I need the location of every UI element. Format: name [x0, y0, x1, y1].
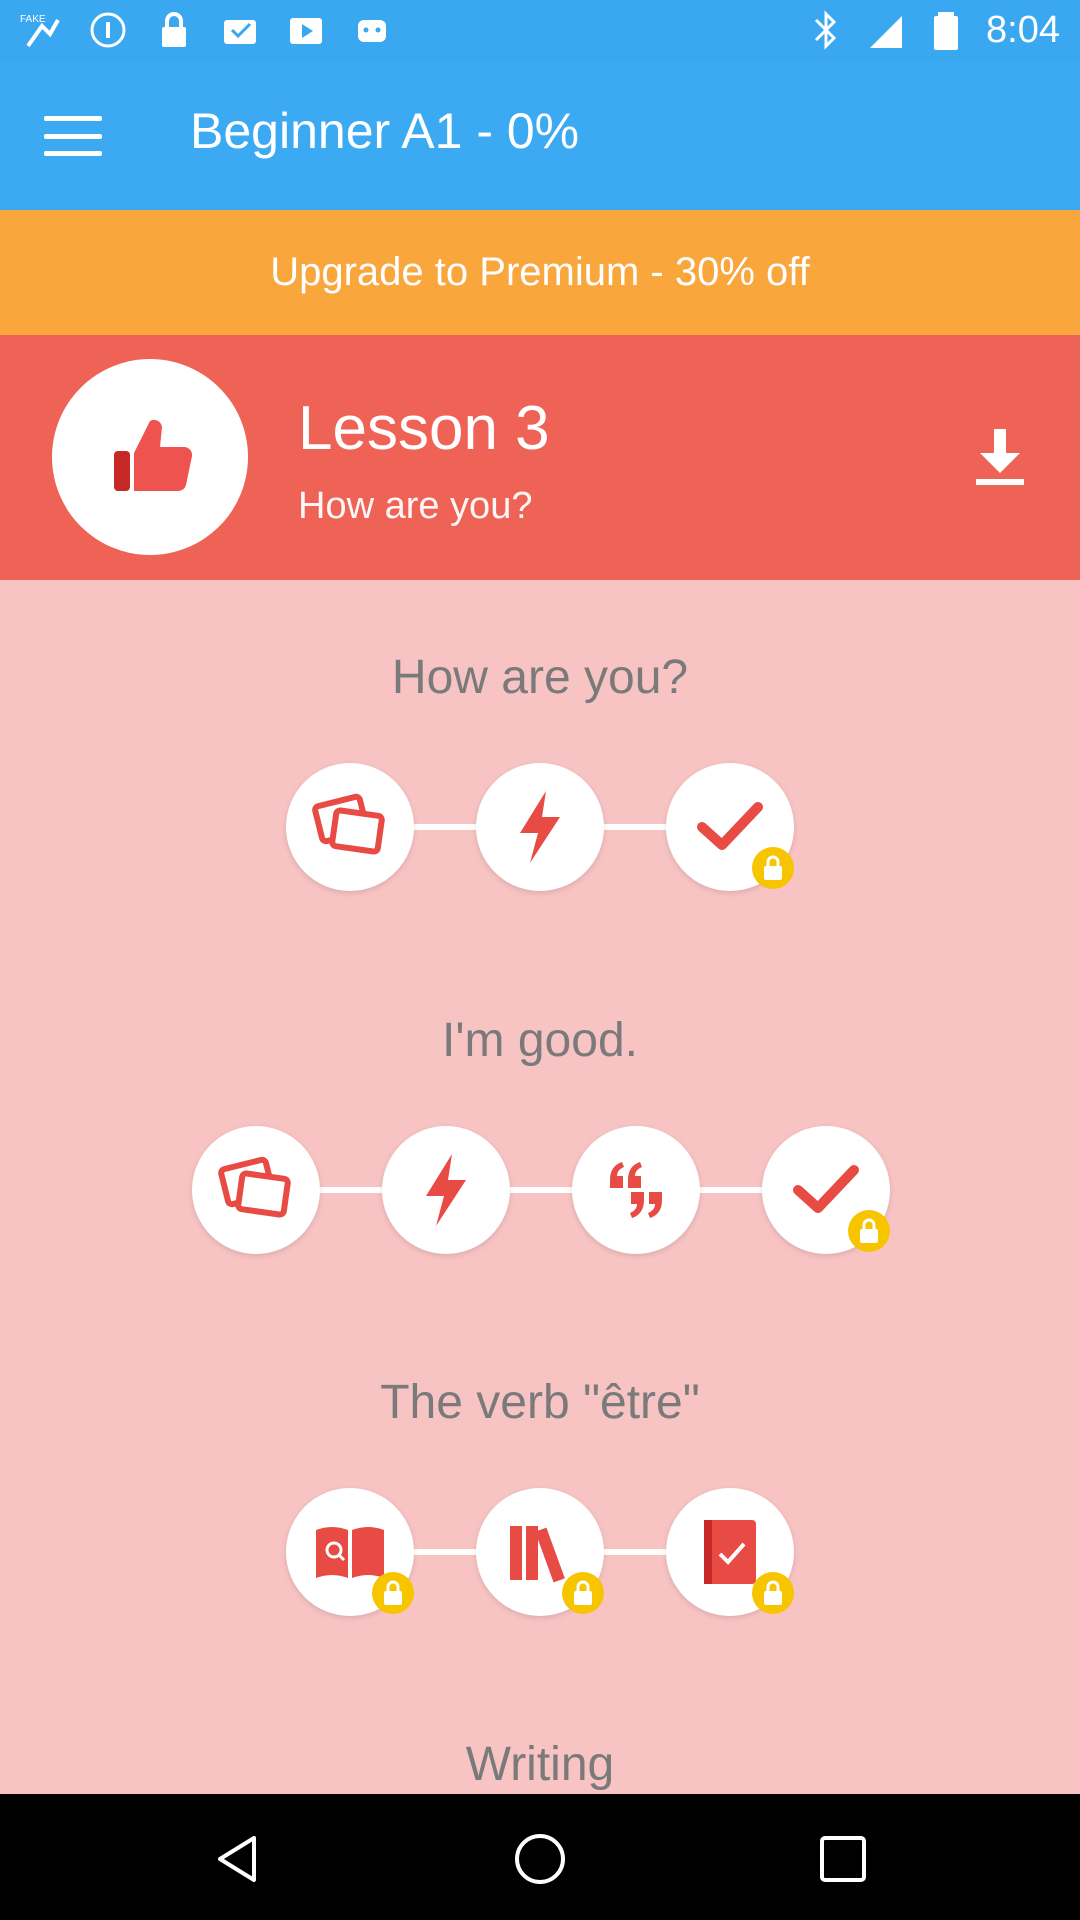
padlock-icon — [574, 1580, 592, 1605]
fake-gps-icon: FAKE — [20, 14, 60, 48]
step-notebook-check[interactable] — [666, 1488, 794, 1616]
section-steps-row — [192, 1126, 890, 1254]
lightning-icon — [426, 1154, 466, 1226]
padlock-icon — [860, 1218, 878, 1243]
back-icon[interactable] — [210, 1832, 264, 1886]
step-library[interactable] — [476, 1488, 604, 1616]
upgrade-premium-button[interactable]: Upgrade to Premium - 30% off — [0, 210, 1080, 335]
section-title: How are you? — [391, 651, 689, 704]
download-icon[interactable] — [972, 427, 1028, 487]
step-lightning[interactable] — [382, 1126, 510, 1254]
flashcards-icon — [312, 793, 385, 855]
battery-icon — [934, 12, 959, 50]
status-clock: 8:04 — [986, 8, 1060, 51]
flashcards-icon — [218, 1156, 291, 1218]
lock-badge — [562, 1572, 604, 1614]
status-bar: FAKE 8:04 — [0, 0, 1080, 62]
inbox-icon — [224, 20, 256, 44]
app-bar: Beginner A1 - 0% — [0, 62, 1080, 210]
lock-badge — [752, 1572, 794, 1614]
navigation-bar — [0, 1794, 1080, 1920]
lock-badge — [752, 847, 794, 889]
padlock-icon — [384, 1580, 402, 1605]
youtube-icon — [290, 18, 322, 44]
step-book-search[interactable] — [286, 1488, 414, 1616]
lesson-header: Lesson 3 How are you? — [0, 335, 1080, 580]
padlock-icon — [764, 1580, 782, 1605]
step-quotes[interactable] — [572, 1126, 700, 1254]
quotes-icon — [610, 1162, 662, 1218]
section-steps-row — [286, 1488, 794, 1616]
page-title: Beginner A1 - 0% — [190, 103, 580, 159]
section-steps-row — [286, 763, 794, 891]
step-flashcards[interactable] — [286, 763, 414, 891]
status-right-icons: 8:04 — [806, 8, 1060, 52]
home-icon[interactable] — [513, 1832, 567, 1886]
android-icon — [358, 20, 386, 42]
info-icon — [90, 12, 126, 48]
bluetooth-icon — [814, 10, 837, 50]
step-lightning[interactable] — [476, 763, 604, 891]
step-checkmark[interactable] — [762, 1126, 890, 1254]
step-connector — [256, 1187, 826, 1193]
lock-badge — [848, 1210, 890, 1252]
section-title: The verb "être" — [380, 1376, 700, 1429]
lock-badge — [372, 1572, 414, 1614]
recents-icon[interactable] — [816, 1832, 870, 1886]
padlock-icon — [764, 855, 782, 880]
step-checkmark[interactable] — [666, 763, 794, 891]
lightning-icon — [520, 791, 560, 863]
hamburger-icon[interactable] — [38, 108, 108, 164]
lesson-title: Lesson 3 — [298, 394, 550, 463]
section-title: Writing — [465, 1738, 615, 1791]
lock-icon — [162, 12, 186, 47]
lesson-badge — [52, 359, 248, 555]
signal-icon — [870, 16, 903, 48]
thumbs-up-icon — [114, 419, 193, 492]
section-title: I'm good. — [442, 1014, 638, 1067]
step-flashcards[interactable] — [192, 1126, 320, 1254]
lesson-subtitle: How are you? — [298, 485, 533, 527]
status-left-icons: FAKE — [20, 10, 394, 50]
